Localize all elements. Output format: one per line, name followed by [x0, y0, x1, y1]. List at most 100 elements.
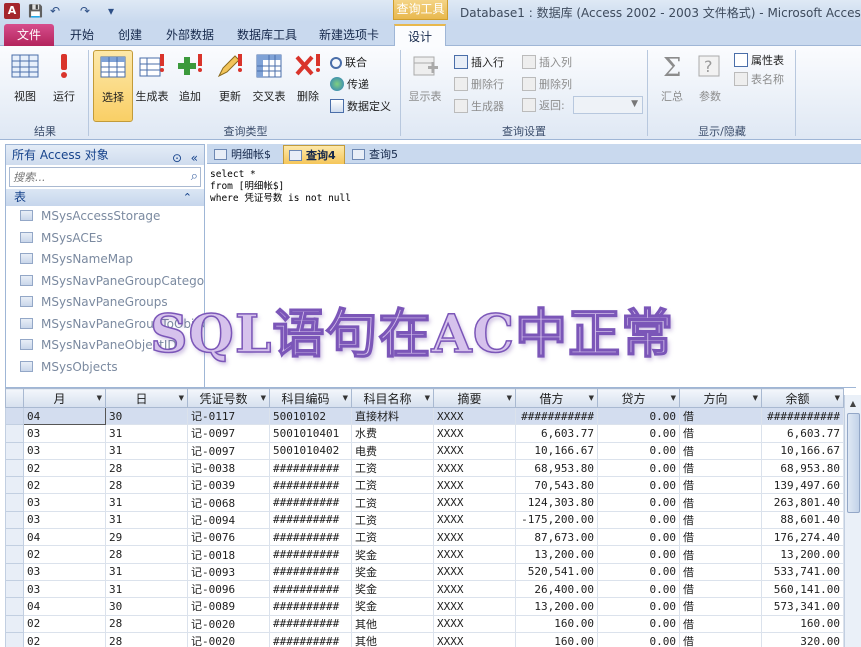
table-cell[interactable]: 奖金 — [351, 579, 434, 599]
table-cell[interactable]: XXXX — [433, 476, 516, 495]
table-cell[interactable]: 记-0038 — [187, 458, 270, 478]
crosstab-button[interactable]: 交叉表 — [249, 50, 289, 118]
table-cell[interactable]: 0.00 — [597, 614, 680, 633]
table-cell[interactable]: XXXX — [433, 493, 516, 512]
table-row[interactable]: 04 30 记-0089 ########## 奖金 XXXX 13,200.00 0.00 借… — [5, 597, 844, 616]
table-cell[interactable]: ########## — [269, 631, 352, 647]
table-cell[interactable]: XXXX — [433, 406, 516, 426]
nav-item-table[interactable]: MSysNameMap — [6, 249, 204, 271]
table-cell[interactable]: 263,801.40 — [761, 493, 844, 512]
table-row[interactable]: 03 31 记-0097 5001010401 水费 XXXX 6,603.77 0.00 借 6… — [5, 424, 844, 443]
table-cell[interactable]: XXXX — [433, 614, 516, 633]
table-cell[interactable]: 31 — [105, 510, 188, 530]
delete-query-button[interactable]: 删除 — [288, 50, 328, 118]
table-cell[interactable]: 31 — [105, 441, 188, 460]
table-cell[interactable]: 5001010402 — [269, 441, 352, 460]
table-cell[interactable]: 0.00 — [597, 562, 680, 581]
scroll-up-icon[interactable]: ▲ — [845, 395, 861, 412]
table-cell[interactable]: 02 — [23, 545, 106, 564]
table-cell[interactable]: XXXX — [433, 597, 516, 616]
table-cell[interactable]: 其他 — [351, 631, 434, 647]
table-cell[interactable]: 奖金 — [351, 597, 434, 616]
table-cell[interactable]: 0.00 — [597, 424, 680, 443]
table-cell[interactable]: 28 — [105, 476, 188, 495]
table-cell[interactable]: 87,673.00 — [515, 528, 598, 547]
record-selector[interactable] — [5, 545, 24, 564]
table-cell[interactable]: 03 — [23, 562, 106, 581]
table-cell[interactable]: 借 — [679, 476, 762, 495]
table-row[interactable]: 03 31 记-0096 ########## 奖金 XXXX 26,400.00 0.00 借… — [5, 579, 844, 599]
table-cell[interactable]: 04 — [23, 528, 106, 547]
table-cell[interactable]: 记-0093 — [187, 562, 270, 581]
table-cell[interactable]: ########## — [269, 476, 352, 495]
view-button[interactable]: 视图 — [5, 50, 45, 118]
table-cell[interactable]: 139,497.60 — [761, 476, 844, 495]
table-row[interactable]: 04 29 记-0076 ########## 工资 XXXX 87,673.00 0.00 借… — [5, 528, 844, 547]
table-cell[interactable]: 02 — [23, 476, 106, 495]
table-cell[interactable]: 160.00 — [515, 614, 598, 633]
table-cell[interactable]: XXXX — [433, 441, 516, 460]
table-cell[interactable]: 02 — [23, 631, 106, 647]
chevron-down-icon[interactable]: ▼ — [753, 394, 758, 402]
table-cell[interactable]: 13,200.00 — [761, 545, 844, 564]
table-cell[interactable]: 借 — [679, 406, 762, 426]
tab-file[interactable]: 文件 — [4, 24, 54, 46]
table-cell[interactable]: 03 — [23, 579, 106, 599]
insert-columns-button[interactable]: 插入列 — [522, 54, 572, 72]
table-cell[interactable]: 70,543.80 — [515, 476, 598, 495]
record-selector[interactable] — [5, 597, 24, 616]
table-cell[interactable]: ########### — [515, 406, 598, 426]
table-cell[interactable]: 160.00 — [761, 614, 844, 633]
table-names-button[interactable]: 表名称 — [734, 71, 784, 89]
table-cell[interactable]: 68,953.80 — [761, 458, 844, 478]
vertical-scrollbar[interactable]: ▲ — [844, 395, 861, 647]
table-cell[interactable]: 31 — [105, 493, 188, 512]
column-header[interactable]: 科目编码 ▼ — [269, 388, 352, 408]
chevron-down-icon[interactable]: ▼ — [179, 394, 184, 402]
save-icon[interactable]: 💾 — [28, 3, 43, 19]
table-cell[interactable]: 0.00 — [597, 597, 680, 616]
table-cell[interactable]: 04 — [23, 406, 106, 426]
table-cell[interactable]: XXXX — [433, 545, 516, 564]
chevron-down-icon[interactable]: ▼ — [589, 394, 594, 402]
table-row[interactable]: 02 28 记-0020 ########## 其他 XXXX 160.00 0.00 借 160… — [5, 614, 844, 633]
tab-database-tools[interactable]: 数据库工具 — [232, 24, 302, 46]
chevron-down-icon[interactable]: ▼ — [507, 394, 512, 402]
column-header[interactable]: 科目名称 ▼ — [351, 388, 434, 408]
table-cell[interactable]: 560,141.00 — [761, 579, 844, 599]
table-cell[interactable]: 奖金 — [351, 562, 434, 581]
column-header[interactable]: 摘要 ▼ — [433, 388, 516, 408]
table-cell[interactable]: XXXX — [433, 458, 516, 478]
table-cell[interactable]: ########## — [269, 458, 352, 478]
table-cell[interactable]: 0.00 — [597, 441, 680, 460]
return-combo[interactable]: ▼ — [573, 96, 643, 114]
table-cell[interactable]: 176,274.40 — [761, 528, 844, 547]
column-header[interactable]: 月 ▼ — [23, 388, 106, 408]
collapse-group-icon[interactable]: ⌃ — [183, 189, 192, 206]
table-cell[interactable]: 借 — [679, 441, 762, 460]
table-cell[interactable]: XXXX — [433, 631, 516, 647]
nav-item-table[interactable]: MSysNavPaneGroupCategories — [6, 271, 204, 293]
nav-item-table[interactable]: MSysAccessStorage — [6, 206, 204, 228]
select-query-button[interactable]: 选择 — [93, 50, 133, 122]
table-cell[interactable]: 0.00 — [597, 510, 680, 530]
table-cell[interactable]: 记-0089 — [187, 597, 270, 616]
table-cell[interactable]: 68,953.80 — [515, 458, 598, 478]
table-cell[interactable]: 记-0117 — [187, 406, 270, 426]
table-row[interactable]: 02 28 记-0039 ########## 工资 XXXX 70,543.80 0.00 借… — [5, 476, 844, 495]
record-selector[interactable] — [5, 528, 24, 547]
table-row[interactable]: 02 28 记-0018 ########## 奖金 XXXX 13,200.00 0.00 借… — [5, 545, 844, 564]
table-cell[interactable]: 29 — [105, 528, 188, 547]
table-cell[interactable]: 工资 — [351, 493, 434, 512]
chevron-down-icon[interactable]: ▼ — [97, 394, 102, 402]
table-row[interactable]: 03 31 记-0094 ########## 工资 XXXX -175,200.00 0.0… — [5, 510, 844, 530]
table-cell[interactable]: 520,541.00 — [515, 562, 598, 581]
table-cell[interactable]: 03 — [23, 441, 106, 460]
table-cell[interactable]: 借 — [679, 493, 762, 512]
doc-tab-table[interactable]: 明细帐$ — [209, 145, 281, 164]
table-cell[interactable]: 记-0020 — [187, 631, 270, 647]
record-selector[interactable] — [5, 406, 24, 426]
column-header[interactable]: 借方 ▼ — [515, 388, 598, 408]
table-cell[interactable]: 其他 — [351, 614, 434, 633]
table-cell[interactable]: 记-0018 — [187, 545, 270, 564]
